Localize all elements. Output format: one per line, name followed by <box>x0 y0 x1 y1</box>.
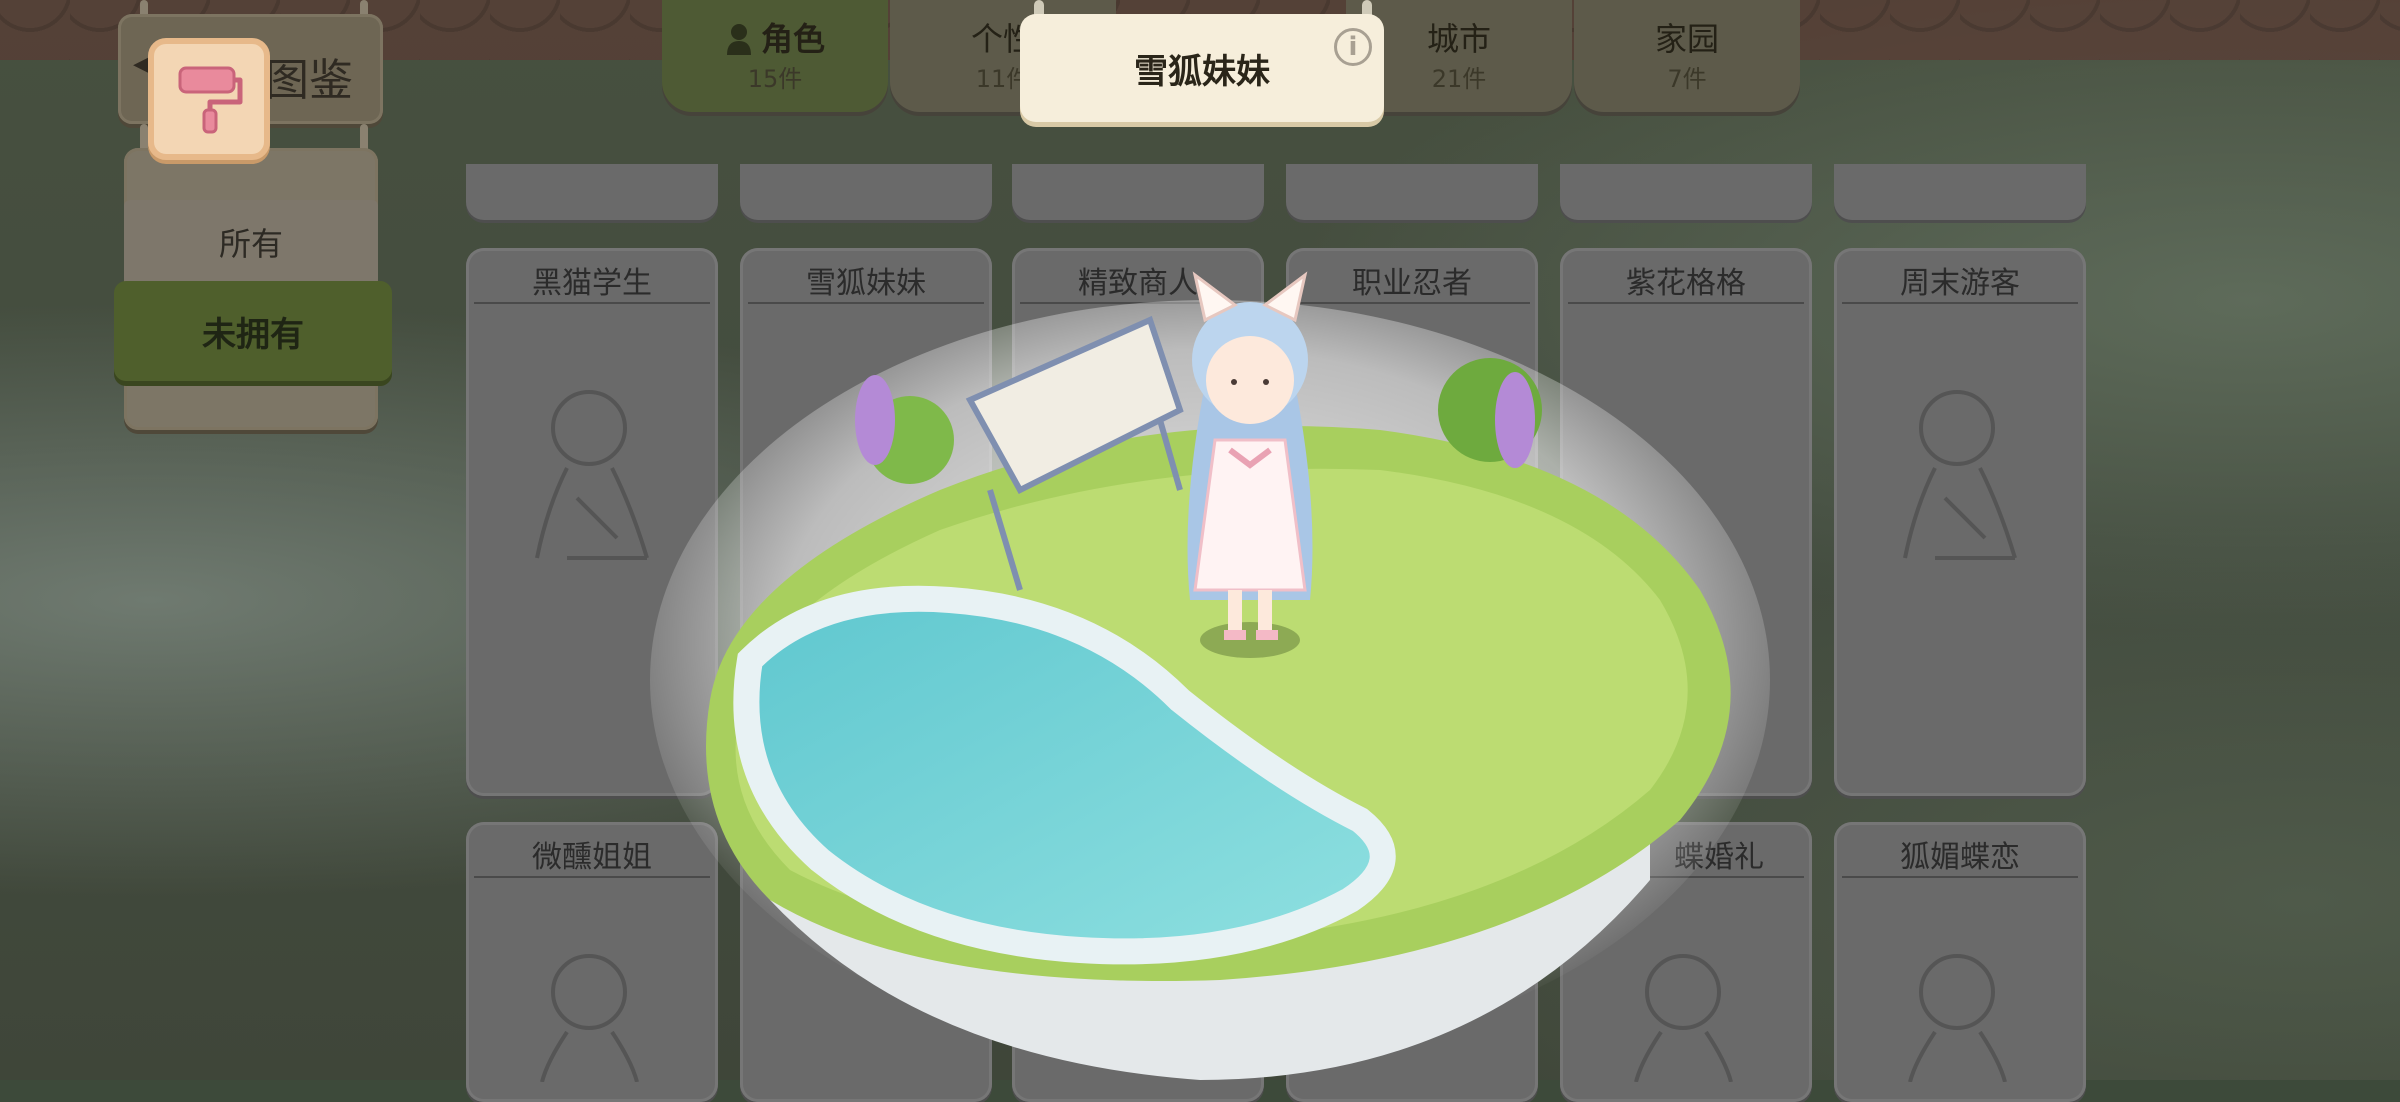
filter-all-button[interactable]: 所有 <box>124 200 378 284</box>
tab-role[interactable]: 角色 15件 <box>662 0 888 112</box>
tab-label: 家园 <box>1654 19 1719 58</box>
person-icon <box>726 23 751 55</box>
card-partial[interactable] <box>740 164 992 220</box>
tab-count: 21件 <box>1431 64 1487 93</box>
detail-title: 雪狐妹妹 <box>1134 51 1270 92</box>
card-name: 周末游客 <box>1842 258 2078 304</box>
card-partial[interactable] <box>1012 164 1264 220</box>
tab-label: 城市 <box>1426 19 1491 58</box>
tab-label: 角色 <box>760 19 825 58</box>
card-partial[interactable] <box>1834 164 2086 220</box>
tab-count: 7件 <box>1667 64 1707 93</box>
tab-count: 15件 <box>747 64 803 93</box>
card-name: 狐媚蝶恋 <box>1842 832 2078 878</box>
info-icon[interactable]: i <box>1334 28 1372 66</box>
card-item[interactable]: 狐媚蝶恋 <box>1834 822 2086 1102</box>
tab-home[interactable]: 家园 7件 <box>1574 0 1800 112</box>
filter-unowned-button[interactable]: 未拥有 <box>114 281 392 381</box>
featured-island <box>620 260 1780 1080</box>
card-partial[interactable] <box>1560 164 1812 220</box>
character-silhouette-icon <box>1908 954 2007 1082</box>
page-title: 图鉴 <box>265 55 353 106</box>
card-partial[interactable] <box>466 164 718 220</box>
detail-title-board: 雪狐妹妹 <box>1020 14 1384 122</box>
character-silhouette-icon <box>1903 390 2017 560</box>
card-item[interactable]: 周末游客 <box>1834 248 2086 796</box>
paint-roller-icon[interactable] <box>148 38 270 160</box>
card-partial[interactable] <box>1286 164 1538 220</box>
